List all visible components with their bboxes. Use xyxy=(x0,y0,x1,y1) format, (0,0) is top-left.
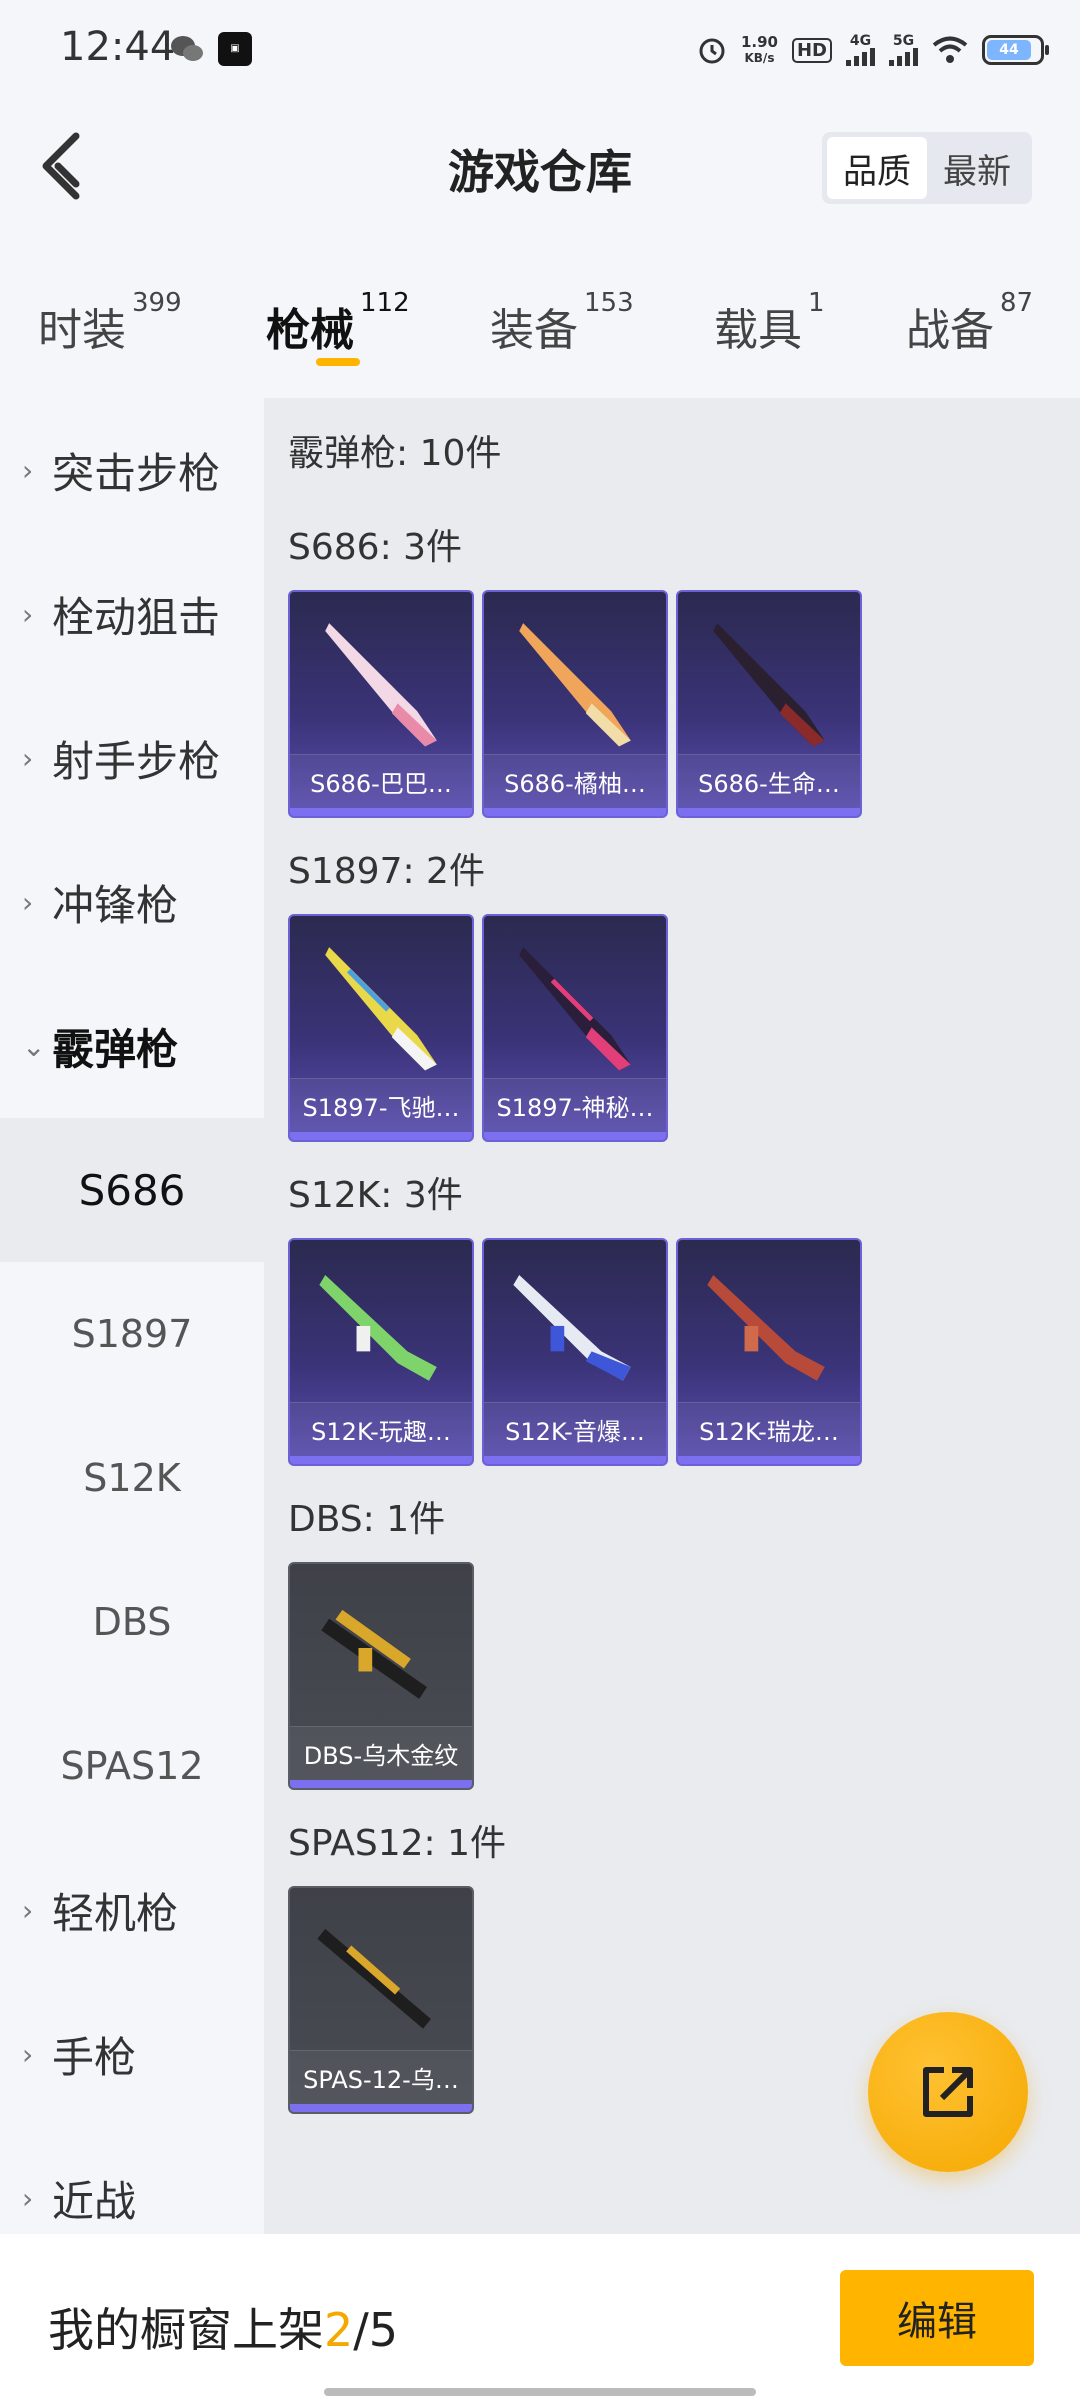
sidebar-sub-s686[interactable]: S686 xyxy=(0,1118,264,1262)
sort-toggle: 品质 最新 xyxy=(822,132,1032,204)
tab-guns[interactable]: 枪械 112 xyxy=(266,270,410,380)
bottom-bar: 我的橱窗上架2/5 编辑 xyxy=(0,2234,1080,2400)
shotgun-icon xyxy=(519,623,631,747)
shotgun-icon xyxy=(319,1275,437,1381)
rarity-bar xyxy=(484,808,666,816)
rarity-bar xyxy=(290,1132,472,1140)
signal-4g-icon: 4G xyxy=(846,34,875,66)
shotgun-icon xyxy=(513,1275,631,1381)
rarity-bar xyxy=(678,1456,860,1464)
battery-icon: 44 xyxy=(982,35,1049,65)
sidebar-item-shotgun[interactable]: ⌄ 霰弹枪 xyxy=(0,974,264,1118)
chevron-down-icon: ⌄ xyxy=(22,1029,46,1063)
chevron-right-icon: › xyxy=(22,741,34,775)
skin-card[interactable]: S1897-神秘… xyxy=(482,914,668,1142)
signal-5g-icon: 5G xyxy=(889,34,918,66)
tab-equipment[interactable]: 装备 153 xyxy=(490,270,634,380)
shotgun-icon xyxy=(325,623,437,747)
summary-count: 霰弹枪: 10件 xyxy=(288,433,502,474)
chevron-right-icon: › xyxy=(22,885,34,919)
sidebar-item-marksman-rifle[interactable]: › 射手步枪 xyxy=(0,686,264,830)
sidebar-item-assault-rifle[interactable]: › 突击步枪 xyxy=(0,398,264,542)
edit-button[interactable]: 编辑 xyxy=(840,2270,1034,2366)
chevron-right-icon: › xyxy=(22,2181,34,2215)
sidebar-item-pistol[interactable]: › 手枪 xyxy=(0,1982,264,2126)
skin-card[interactable]: S686-生命… xyxy=(676,590,862,818)
shotgun-icon xyxy=(321,1609,427,1699)
section-title: S686: 3件 xyxy=(288,527,463,568)
alarm-icon xyxy=(699,38,725,64)
sidebar-sub-dbs[interactable]: DBS xyxy=(0,1550,264,1694)
sidebar-item-bolt-sniper[interactable]: › 栓动狙击 xyxy=(0,542,264,686)
skin-card[interactable]: S12K-音爆… xyxy=(482,1238,668,1466)
wifi-icon xyxy=(932,36,968,63)
external-link-icon xyxy=(923,2067,973,2117)
rarity-bar xyxy=(290,1780,472,1788)
sidebar-item-lmg[interactable]: › 轻机枪 xyxy=(0,1838,264,1982)
rarity-bar xyxy=(484,1132,666,1140)
hd-icon: HD xyxy=(791,37,832,63)
shotgun-icon xyxy=(325,947,437,1071)
skin-card[interactable]: S12K-瑞龙… xyxy=(676,1238,862,1466)
share-button[interactable] xyxy=(868,2012,1028,2172)
status-time: 12:44 xyxy=(60,24,176,70)
sidebar-sub-s12k[interactable]: S12K xyxy=(0,1406,264,1550)
wechat-icon xyxy=(171,36,203,61)
chevron-right-icon: › xyxy=(22,453,34,487)
tab-vehicles[interactable]: 载具 1 xyxy=(714,270,825,380)
item-grid: 霰弹枪: 10件 S686: 3件 S686-巴巴… S686-橘柚… S686… xyxy=(264,398,1080,2234)
sidebar-item-smg[interactable]: › 冲锋枪 xyxy=(0,830,264,974)
shotgun-icon xyxy=(707,1275,825,1381)
skin-card[interactable]: S12K-玩趣… xyxy=(288,1238,474,1466)
skin-card[interactable]: SPAS-12-乌… xyxy=(288,1886,474,2114)
rarity-bar xyxy=(290,2104,472,2112)
rarity-bar xyxy=(678,808,860,816)
status-bar: 12:44 ▣ 1.90 KB/s HD 4G 5G 44 xyxy=(0,0,1080,96)
category-tabs: 时装 399 枪械 112 装备 153 载具 1 战备 87 xyxy=(0,270,1080,380)
skin-card[interactable]: S686-橘柚… xyxy=(482,590,668,818)
showcase-status: 我的橱窗上架2/5 xyxy=(48,2303,399,2357)
home-indicator[interactable] xyxy=(324,2388,756,2396)
app-notification-icon: ▣ xyxy=(218,32,252,66)
tab-fashion[interactable]: 时装 399 xyxy=(38,270,182,380)
section-title: DBS: 1件 xyxy=(288,1499,446,1540)
network-speed: 1.90 KB/s xyxy=(740,33,778,65)
sidebar-sub-spas12[interactable]: SPAS12 xyxy=(0,1694,264,1838)
rarity-bar xyxy=(484,1456,666,1464)
chevron-right-icon: › xyxy=(22,597,34,631)
sidebar: › 突击步枪 › 栓动狙击 › 射手步枪 › 冲锋枪 ⌄ 霰弹枪 S686 S1… xyxy=(0,398,264,2234)
skin-card[interactable]: S1897-飞驰… xyxy=(288,914,474,1142)
active-tab-indicator xyxy=(316,358,360,366)
rarity-bar xyxy=(290,808,472,816)
sort-newest-option[interactable]: 最新 xyxy=(927,137,1027,199)
rarity-bar xyxy=(290,1456,472,1464)
sort-quality-option[interactable]: 品质 xyxy=(827,137,927,199)
shotgun-icon xyxy=(317,1928,431,2029)
sidebar-sub-s1897[interactable]: S1897 xyxy=(0,1262,264,1406)
tab-supplies[interactable]: 战备 87 xyxy=(906,270,1033,380)
chevron-right-icon: › xyxy=(22,2037,34,2071)
section-title: SPAS12: 1件 xyxy=(288,1823,507,1864)
skin-card[interactable]: S686-巴巴… xyxy=(288,590,474,818)
shotgun-icon xyxy=(713,623,825,747)
skin-card[interactable]: DBS-乌木金纹 xyxy=(288,1562,474,1790)
section-title: S1897: 2件 xyxy=(288,851,485,892)
shotgun-icon xyxy=(519,947,631,1071)
section-title: S12K: 3件 xyxy=(288,1175,463,1216)
chevron-right-icon: › xyxy=(22,1893,34,1927)
header: 游戏仓库 品质 最新 xyxy=(0,96,1080,244)
